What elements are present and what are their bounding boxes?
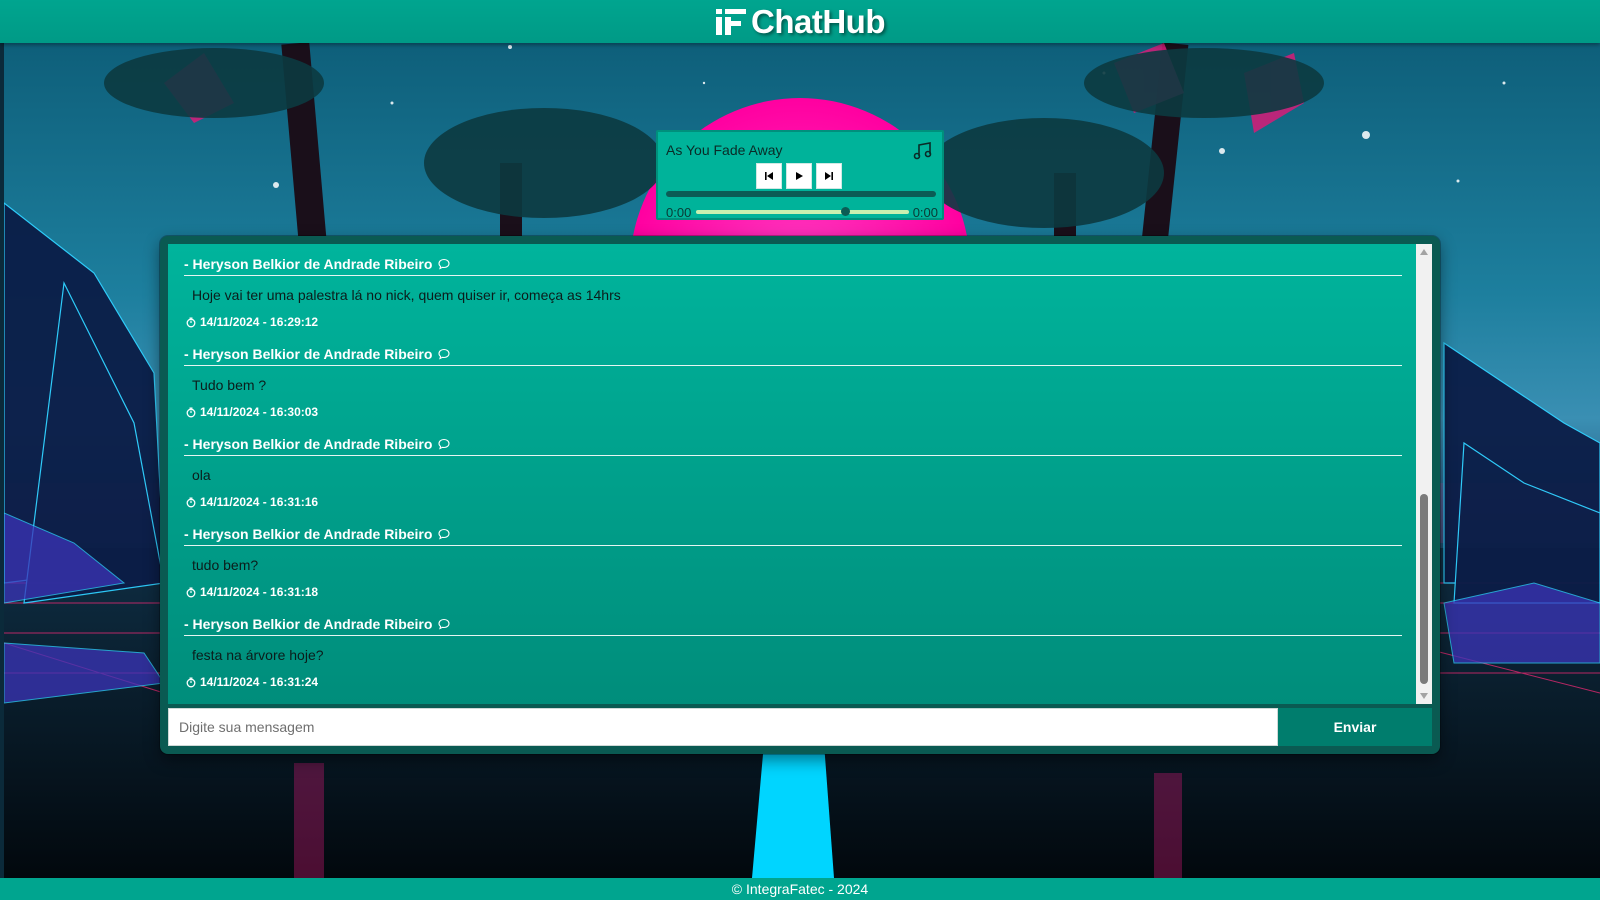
comment-bubble-icon [438, 618, 450, 630]
caret-up-icon [1420, 249, 1428, 255]
previous-track-button[interactable] [756, 163, 782, 189]
message-time-text: 14/11/2024 - 16:31:24 [200, 675, 319, 689]
app-title: ChatHub [751, 2, 885, 40]
message-time-text: 14/11/2024 - 16:29:12 [200, 315, 319, 329]
scrollbar-thumb[interactable] [1420, 494, 1428, 684]
next-track-button[interactable] [816, 163, 842, 189]
footer: © IntegraFatec - 2024 [0, 878, 1600, 900]
message-author-row: - Heryson Belkior de Andrade Ribeiro [184, 526, 1402, 546]
clock-icon [186, 317, 196, 327]
message-author: - Heryson Belkior de Andrade Ribeiro [184, 436, 433, 452]
scroll-up-arrow[interactable] [1416, 244, 1432, 260]
music-note-icon [913, 142, 932, 160]
message-author: - Heryson Belkior de Andrade Ribeiro [184, 346, 433, 362]
app-header: ChatHub [0, 0, 1600, 43]
message-author: - Heryson Belkior de Andrade Ribeiro [184, 616, 433, 632]
message-time-text: 14/11/2024 - 16:30:03 [200, 405, 319, 419]
message-text: Tudo bem ? [192, 377, 267, 393]
message-author-row: - Heryson Belkior de Andrade Ribeiro [184, 616, 1402, 636]
play-icon [796, 172, 803, 180]
message-text: festa na árvore hoje? [192, 647, 324, 663]
message-author-row: - Heryson Belkior de Andrade Ribeiro [184, 436, 1402, 456]
track-title: As You Fade Away [666, 142, 783, 158]
message-time-text: 14/11/2024 - 16:31:18 [200, 585, 319, 599]
message-list[interactable]: - Heryson Belkior de Andrade Ribeiro Hoj… [168, 244, 1432, 704]
send-button[interactable]: Enviar [1278, 708, 1432, 746]
clock-icon [186, 407, 196, 417]
comment-bubble-icon [438, 528, 450, 540]
logo: ChatHub [715, 3, 885, 41]
message-timestamp: 14/11/2024 - 16:29:12 [186, 315, 1402, 329]
message-composer: Enviar [168, 708, 1432, 746]
message-timestamp: 14/11/2024 - 16:31:24 [186, 675, 1402, 689]
message-author: - Heryson Belkior de Andrade Ribeiro [184, 256, 433, 272]
clock-icon [186, 587, 196, 597]
comment-bubble-icon [438, 438, 450, 450]
seek-slider[interactable] [696, 207, 909, 216]
integrafatec-logo-icon [716, 8, 746, 35]
message-timestamp: 14/11/2024 - 16:31:16 [186, 495, 1402, 509]
skip-back-icon [765, 172, 773, 180]
message-author: - Heryson Belkior de Andrade Ribeiro [184, 526, 433, 542]
message-text: Hoje vai ter uma palestra lá no nick, qu… [192, 287, 621, 303]
message-item: - Heryson Belkior de Andrade Ribeiro fes… [184, 616, 1402, 689]
comment-bubble-icon [438, 258, 450, 270]
skip-forward-icon [825, 172, 833, 180]
play-button[interactable] [786, 163, 812, 189]
message-scrollbar[interactable] [1416, 244, 1432, 704]
message-author-row: - Heryson Belkior de Andrade Ribeiro [184, 346, 1402, 366]
message-time-text: 14/11/2024 - 16:31:16 [200, 495, 319, 509]
duration: 0:00 [912, 205, 938, 220]
message-item: - Heryson Belkior de Andrade Ribeiro Tud… [184, 346, 1402, 419]
comment-bubble-icon [438, 348, 450, 360]
clock-icon [186, 677, 196, 687]
player-controls [756, 163, 842, 189]
playback-progress-bar[interactable] [666, 191, 936, 197]
message-timestamp: 14/11/2024 - 16:30:03 [186, 405, 1402, 419]
message-item: - Heryson Belkior de Andrade Ribeiro Hoj… [184, 256, 1402, 329]
message-timestamp: 14/11/2024 - 16:31:18 [186, 585, 1402, 599]
seek-slider-handle[interactable] [841, 207, 851, 216]
message-item: - Heryson Belkior de Andrade Ribeiro ola… [184, 436, 1402, 509]
message-text: ola [192, 467, 211, 483]
message-input[interactable] [168, 708, 1278, 746]
current-time: 0:00 [666, 205, 692, 220]
scroll-down-arrow[interactable] [1416, 688, 1432, 704]
message-text: tudo bem? [192, 557, 259, 573]
message-item: - Heryson Belkior de Andrade Ribeiro tud… [184, 526, 1402, 599]
footer-copyright: © IntegraFatec - 2024 [731, 881, 869, 897]
message-author-row: - Heryson Belkior de Andrade Ribeiro [184, 256, 1402, 276]
caret-down-icon [1420, 693, 1428, 699]
clock-icon [186, 497, 196, 507]
chat-panel: - Heryson Belkior de Andrade Ribeiro Hoj… [160, 236, 1440, 754]
music-player: As You Fade Away 0:00 0:00 [656, 130, 944, 220]
time-row: 0:00 0:00 [666, 205, 938, 220]
